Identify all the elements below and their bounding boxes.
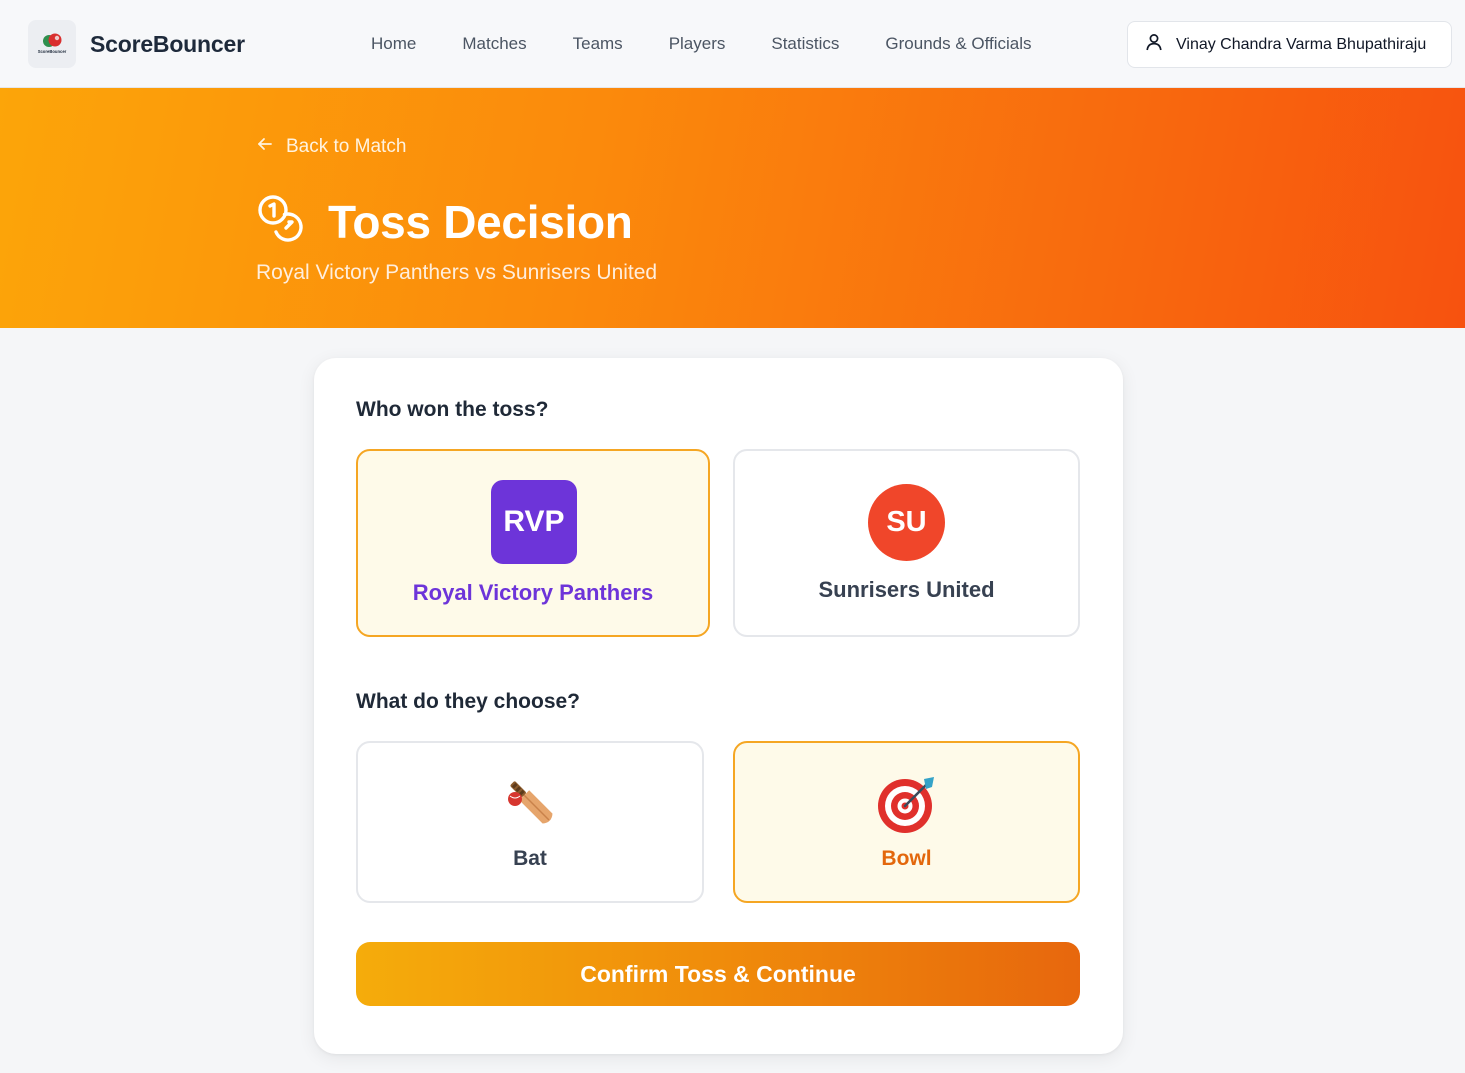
choice-option-bat[interactable]: Bat [356, 741, 704, 903]
brand[interactable]: ScoreBouncer ScoreBouncer [28, 20, 245, 68]
match-subtitle: Royal Victory Panthers vs Sunrisers Unit… [256, 261, 658, 284]
team-badge-su: SU [868, 484, 945, 561]
main-nav: Home Matches Teams Players Statistics Gr… [348, 0, 1055, 88]
hero-banner: Back to Match Toss Decision Royal Victor… [0, 88, 1465, 328]
brand-name: ScoreBouncer [90, 30, 245, 57]
team-option-rvp[interactable]: RVP Royal Victory Panthers [356, 449, 710, 637]
team-badge-rvp: RVP [491, 480, 577, 564]
back-to-match-link[interactable]: Back to Match [256, 135, 406, 159]
svg-text:ScoreBouncer: ScoreBouncer [38, 49, 67, 54]
cricket-bat-icon [502, 773, 562, 838]
back-link-label: Back to Match [286, 136, 407, 157]
nav-teams[interactable]: Teams [573, 34, 623, 54]
user-menu-button[interactable]: Vinay Chandra Varma Bhupathiraju [1127, 21, 1452, 68]
choice-label-bat: Bat [513, 847, 547, 870]
team-name-rvp: Royal Victory Panthers [412, 580, 654, 605]
choice-option-bowl[interactable]: Bowl [733, 741, 1080, 903]
toss-card: Who won the toss? RVP Royal Victory Pant… [314, 358, 1123, 1054]
team-option-su[interactable]: SU Sunrisers United [733, 449, 1080, 637]
page-title-row: Toss Decision [256, 192, 633, 251]
choice-label-bowl: Bowl [881, 847, 932, 870]
nav-matches[interactable]: Matches [462, 34, 526, 54]
nav-grounds-officials[interactable]: Grounds & Officials [885, 34, 1031, 54]
top-navbar: ScoreBouncer ScoreBouncer Home Matches T… [0, 0, 1465, 88]
user-icon [1144, 32, 1164, 57]
confirm-toss-button[interactable]: Confirm Toss & Continue [356, 942, 1080, 1006]
page-title: Toss Decision [328, 195, 633, 248]
nav-statistics[interactable]: Statistics [771, 34, 839, 54]
user-name: Vinay Chandra Varma Bhupathiraju [1176, 35, 1427, 53]
arrow-left-icon [256, 135, 274, 159]
nav-players[interactable]: Players [669, 34, 726, 54]
target-icon [876, 773, 938, 840]
choice-question: What do they choose? [356, 690, 581, 713]
toss-winner-question: Who won the toss? [356, 398, 549, 421]
logo-icon: ScoreBouncer [28, 20, 76, 68]
coins-icon [256, 192, 310, 251]
nav-home[interactable]: Home [371, 34, 416, 54]
team-name-su: Sunrisers United [818, 577, 995, 602]
